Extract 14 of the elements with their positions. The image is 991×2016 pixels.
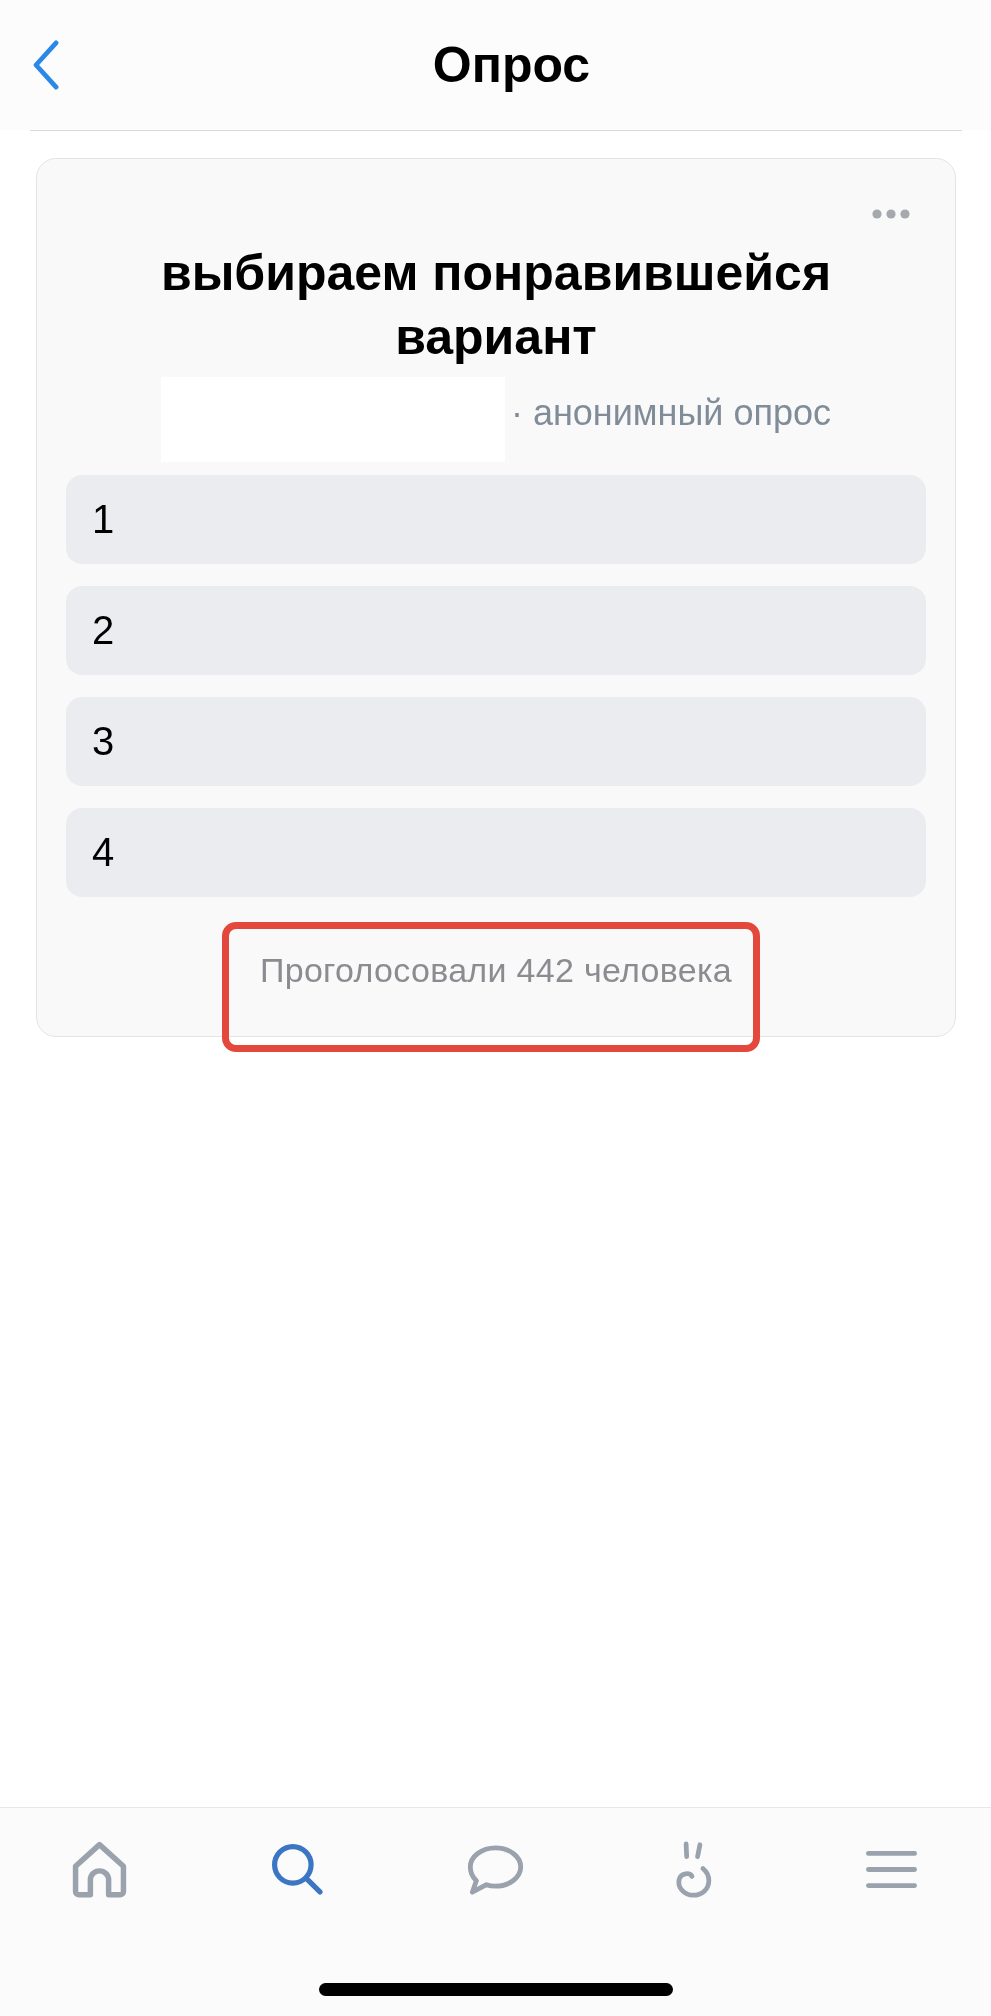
poll-option[interactable]: 3 bbox=[66, 697, 926, 786]
poll-option[interactable]: 1 bbox=[66, 475, 926, 564]
poll-type-label: · анонимный опрос bbox=[510, 390, 832, 435]
search-icon[interactable] bbox=[271, 1844, 323, 1895]
home-icon[interactable] bbox=[70, 1841, 128, 1898]
poll-question: выбираем понравившейся вариант bbox=[159, 244, 833, 367]
more-icon[interactable] bbox=[872, 209, 910, 219]
page-title: Опрос bbox=[432, 40, 591, 90]
vote-count: Проголосовали 442 человека bbox=[259, 950, 733, 990]
poll-option[interactable]: 2 bbox=[66, 586, 926, 675]
menu-icon[interactable] bbox=[866, 1850, 918, 1889]
poll-option[interactable]: 4 bbox=[66, 808, 926, 897]
speech-bubble-icon[interactable] bbox=[466, 1844, 525, 1895]
back-icon[interactable] bbox=[32, 40, 60, 90]
